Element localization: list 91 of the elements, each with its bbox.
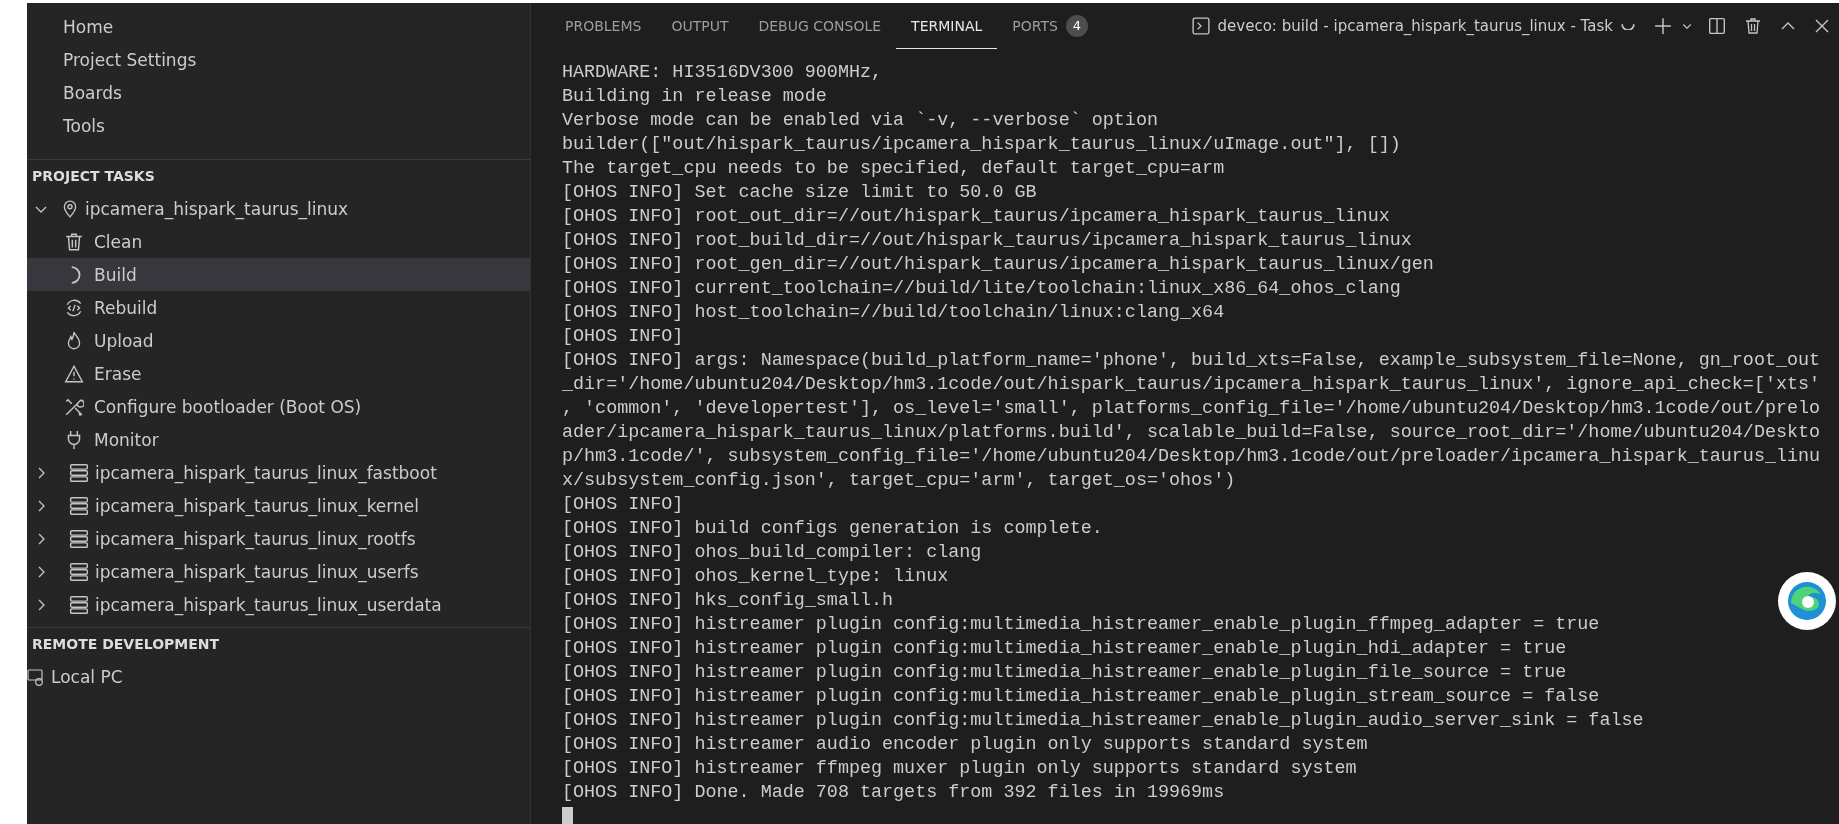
task-item[interactable]: Rebuild: [27, 291, 530, 324]
task-item-label: Rebuild: [94, 297, 158, 318]
terminal-line: The target_cpu needs to be specified, default target_cpu=arm: [562, 157, 1226, 181]
plus-icon[interactable]: [1654, 17, 1672, 35]
terminal-task-selector[interactable]: deveco: build - ipcamera_hispark_taurus_linux - Task: [1191, 17, 1635, 35]
task-item[interactable]: Clean: [27, 225, 530, 258]
task-item-label: Erase: [94, 363, 142, 384]
panel-tab[interactable]: PROBLEMS: [550, 3, 657, 49]
panel-tab[interactable]: TERMINAL: [896, 3, 998, 49]
tree-item-label: ipcamera_hispark_taurus_linux: [85, 198, 349, 219]
nav-item[interactable]: Boards: [27, 77, 530, 110]
terminal-line: [OHOS INFO] current_toolchain=//build/lite/toolchain:linux_x86_64_ohos_clang: [562, 277, 1402, 301]
trash-icon: [64, 231, 84, 252]
section-header[interactable]: PROJECT TASKS: [27, 160, 530, 192]
terminal-line: [OHOS INFO] Set cache size limit to 50.0 GB: [562, 181, 1038, 205]
split-icon[interactable]: [1708, 17, 1726, 35]
terminal-line: [OHOS INFO] histreamer audio encoder plugin only supports standard system: [562, 733, 1369, 757]
terminal-line: [OHOS INFO] root_gen_dir=//out/hispark_taurus/ipcamera_hispark_taurus_linux/gen: [562, 253, 1435, 277]
task-item-label: Upload: [94, 330, 154, 351]
server-stack-icon: [69, 495, 89, 516]
terminal-line: [OHOS INFO] histreamer plugin config:multimedia_histreamer_enable_plugin_audio_server_sink = false: [562, 709, 1645, 733]
nav-item[interactable]: Project Settings: [27, 44, 530, 77]
panel-tab[interactable]: PORTS 4: [997, 3, 1103, 49]
terminal-line: HARDWARE: HI3516DV300 900MHz,: [562, 61, 884, 85]
terminal-line: [OHOS INFO] ohos_build_compiler: clang: [562, 541, 983, 565]
terminal-line: [OHOS INFO] histreamer plugin config:multimedia_histreamer_enable_plugin_stream_source = false: [562, 685, 1601, 709]
task-item[interactable]: Monitor: [27, 423, 530, 456]
nav-item[interactable]: Home: [27, 11, 530, 44]
terminal-line: [OHOS INFO] root_out_dir=//out/hispark_taurus/ipcamera_hispark_taurus_linux: [562, 205, 1391, 229]
server-stack-icon: [69, 594, 89, 615]
panel-tab[interactable]: DEBUG CONSOLE: [743, 3, 897, 49]
terminal-line: [OHOS INFO] host_toolchain=//build/toolchain/linux:clang_x64: [562, 301, 1226, 325]
tree-item[interactable]: ipcamera_hispark_taurus_linux_kernel: [27, 489, 530, 522]
warning-icon: [64, 363, 84, 384]
remote-computer-icon: [27, 667, 45, 686]
tree-item[interactable]: ipcamera_hispark_taurus_linux_userfs: [27, 555, 530, 588]
terminal-line: , 'common', 'developertest'], os_level='small', platforms_config_file='/home/ubuntu204/Desktop/hm3.1code/out/prelo: [562, 397, 1822, 421]
server-stack-icon: [69, 462, 89, 483]
terminal-line: [OHOS INFO]: [562, 325, 685, 349]
remote-item[interactable]: Local PC: [27, 660, 530, 693]
terminal-line: builder(["out/hispark_taurus/ipcamera_hispark_taurus_linux/uImage.out"], []): [562, 133, 1402, 157]
tree-item-label: ipcamera_hispark_taurus_linux_kernel: [95, 495, 419, 516]
tree-item[interactable]: ipcamera_hispark_taurus_linux: [27, 192, 530, 225]
task-item-label: Build: [94, 264, 137, 285]
trash-icon[interactable]: [1744, 17, 1762, 35]
tools-icon: [64, 396, 84, 417]
terminal-line: x/subsystem_config.json', target_cpu='arm', target_os='ohos'): [562, 469, 1237, 493]
pin-icon: [61, 199, 79, 218]
tree-item-label: ipcamera_hispark_taurus_linux_userdata: [95, 594, 442, 615]
tree-item-label: ipcamera_hispark_taurus_linux_userfs: [95, 561, 419, 582]
terminal-line: [OHOS INFO] Done. Made 708 targets from 392 files in 19969ms: [562, 781, 1226, 805]
task-item-label: Configure bootloader (Boot OS): [94, 396, 362, 417]
terminal-line: [OHOS INFO] build configs generation is complete.: [562, 517, 1104, 541]
terminal-line: [OHOS INFO] root_build_dir=//out/hispark_taurus/ipcamera_hispark_taurus_linux: [562, 229, 1413, 253]
server-stack-icon: [69, 528, 89, 549]
terminal-line: [OHOS INFO] histreamer plugin config:multimedia_histreamer_enable_plugin_file_source = true: [562, 661, 1568, 685]
tree-item[interactable]: ipcamera_hispark_taurus_linux_userdata: [27, 588, 530, 621]
task-item-label: Clean: [94, 231, 143, 252]
remote-item-label: Local PC: [51, 666, 123, 687]
section-header[interactable]: REMOTE DEVELOPMENT: [27, 627, 530, 660]
terminal-line: _dir='/home/ubuntu204/Desktop/hm3.1code/out/hispark_taurus/ipcamera_hispark_taurus_linux', ignore_api_check=['xts': [562, 373, 1822, 397]
terminal-line: [OHOS INFO] histreamer plugin config:multimedia_histreamer_enable_plugin_ffmpeg_adapter = true: [562, 613, 1601, 637]
terminal-line: [OHOS INFO] histreamer plugin config:multimedia_histreamer_enable_plugin_hdi_adapter = true: [562, 637, 1568, 661]
tree-item[interactable]: ipcamera_hispark_taurus_linux_rootfs: [27, 522, 530, 555]
terminal-line: [OHOS INFO] ohos_kernel_type: linux: [562, 565, 950, 589]
terminal-line: Building in release mode: [562, 85, 828, 109]
terminal-line: [OHOS INFO] hks_config_small.h: [562, 589, 895, 613]
terminal-icon: [1191, 17, 1210, 35]
terminal-line: [OHOS INFO] histreamer ffmpeg muxer plugin only supports standard system: [562, 757, 1358, 781]
browser-icon[interactable]: [1777, 571, 1837, 631]
tree-item[interactable]: ipcamera_hispark_taurus_linux_fastboot: [27, 456, 530, 489]
code-cycle-icon: [64, 297, 84, 318]
nav-item[interactable]: Tools: [27, 110, 530, 143]
task-item[interactable]: Build: [27, 258, 530, 291]
terminal-line: Verbose mode can be enabled via `-v, --verbose` option: [562, 109, 1159, 133]
tree-item-label: ipcamera_hispark_taurus_linux_rootfs: [95, 528, 416, 549]
count-badge: 4: [1065, 15, 1088, 37]
close-icon[interactable]: [1814, 18, 1830, 34]
task-item[interactable]: Configure bootloader (Boot OS): [27, 390, 530, 423]
spinner-icon: [1621, 22, 1635, 30]
terminal-line: [OHOS INFO]: [562, 493, 685, 517]
server-stack-icon: [69, 561, 89, 582]
task-item[interactable]: Erase: [27, 357, 530, 390]
panel-tab[interactable]: OUTPUT: [656, 3, 744, 49]
terminal-line: [OHOS INFO] args: Namespace(build_platform_name='phone', build_xts=False, example_subsystem_file=None, gn_root_out: [562, 349, 1822, 373]
task-item-label: Monitor: [94, 429, 159, 450]
task-item[interactable]: Upload: [27, 324, 530, 357]
tree-item-label: ipcamera_hispark_taurus_linux_fastboot: [95, 462, 437, 483]
terminal-line: ader/ipcamera_hispark_taurus_linux/platforms.build', scalable_build=False, source_root_dir='/home/ubuntu204/Deskto: [562, 421, 1822, 445]
terminal-line: p/hm3.1code/', subsystem_config_file='/home/ubuntu204/Desktop/hm3.1code/out/preloader/ipcamera_hispark_taurus_linu: [562, 445, 1822, 469]
terminal-cursor: [562, 807, 573, 824]
